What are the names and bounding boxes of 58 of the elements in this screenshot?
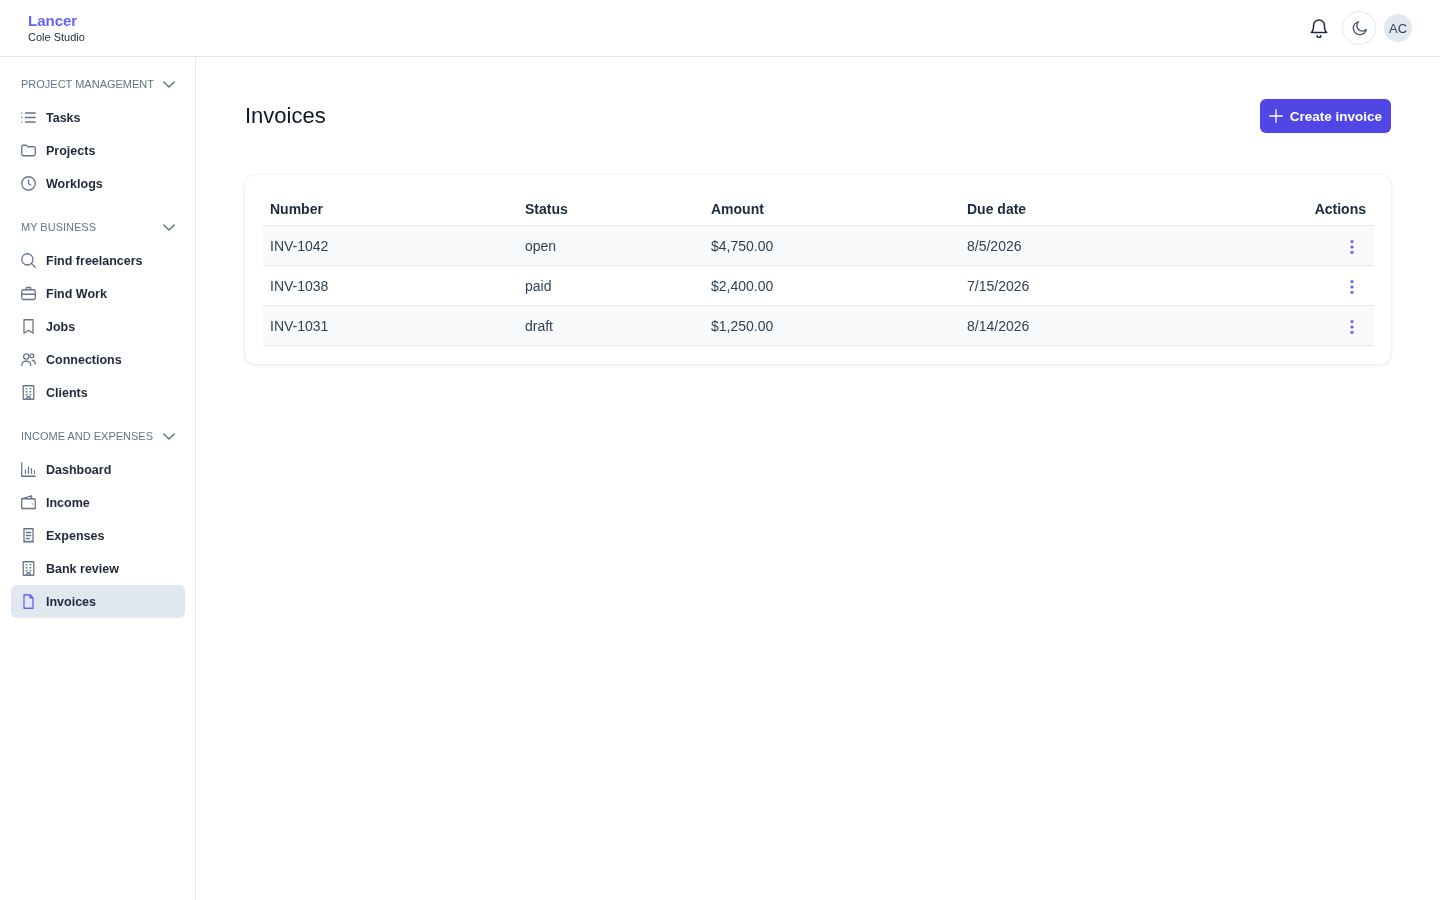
column-header: Due date — [960, 192, 1284, 226]
table-cell: INV-1042 — [263, 225, 518, 266]
table-cell: $2,400.00 — [704, 265, 960, 306]
table-cell: INV-1038 — [263, 265, 518, 306]
sidebar-item[interactable]: Connections — [11, 343, 185, 376]
wallet-icon — [21, 495, 36, 510]
table-cell: paid — [518, 265, 704, 306]
list-icon — [21, 110, 36, 125]
table-cell: 7/15/2026 — [960, 265, 1284, 306]
table-cell: 8/14/2026 — [960, 305, 1284, 346]
more-options-icon[interactable] — [1350, 239, 1354, 254]
brand-name: Lancer — [28, 12, 78, 30]
section-toggle[interactable]: INCOME AND EXPENSES — [11, 425, 185, 447]
avatar[interactable]: AC — [1384, 14, 1412, 42]
column-header: Number — [263, 192, 518, 226]
bell-icon[interactable] — [1310, 18, 1328, 38]
sidebar-item[interactable]: Dashboard — [11, 453, 185, 486]
page-title: Invoices — [245, 103, 326, 129]
sidebar-item[interactable]: Income — [11, 486, 185, 519]
sidebar-item[interactable]: Expenses — [11, 519, 185, 552]
clock-icon — [21, 176, 36, 191]
section-toggle[interactable]: PROJECT MANAGEMENT — [11, 73, 185, 95]
table-cell: INV-1031 — [263, 305, 518, 346]
create-invoice-button[interactable]: Create invoice — [1259, 99, 1391, 133]
section-toggle[interactable]: MY BUSINESS — [11, 216, 185, 238]
bookmark-icon — [21, 319, 36, 334]
column-header: Amount — [704, 192, 960, 226]
workspace-name: Cole Studio — [28, 30, 85, 44]
more-options-icon[interactable] — [1350, 319, 1354, 334]
more-options-icon[interactable] — [1350, 279, 1354, 294]
users-icon — [21, 352, 36, 367]
receipt-icon — [21, 528, 36, 543]
sidebar-item[interactable]: Find freelancers — [11, 244, 185, 277]
sidebar-item[interactable]: Tasks — [11, 101, 185, 134]
building-icon — [21, 385, 36, 400]
bar-chart-icon — [21, 462, 36, 477]
table-cell: $4,750.00 — [704, 225, 960, 266]
sidebar-item[interactable]: Jobs — [11, 310, 185, 343]
document-icon — [21, 594, 36, 609]
column-header: Status — [518, 192, 704, 226]
building-icon — [21, 561, 36, 576]
table-cell: open — [518, 225, 704, 266]
theme-toggle-button[interactable] — [1342, 11, 1376, 45]
table-cell: 8/5/2026 — [960, 225, 1284, 266]
table-cell: draft — [518, 305, 704, 346]
sidebar-item[interactable]: Find Work — [11, 277, 185, 310]
moon-icon — [1351, 20, 1367, 36]
sidebar-item[interactable]: Clients — [11, 376, 185, 409]
sidebar-item[interactable]: Worklogs — [11, 167, 185, 200]
column-header: Actions — [1284, 192, 1374, 226]
search-icon — [21, 253, 36, 268]
sidebar-item[interactable]: Bank review — [11, 552, 185, 585]
briefcase-icon — [21, 286, 36, 301]
sidebar-item[interactable]: Invoices — [11, 585, 185, 618]
folder-icon — [21, 143, 36, 158]
table-cell: $1,250.00 — [704, 305, 960, 346]
plus-icon — [1268, 109, 1283, 123]
sidebar-item[interactable]: Projects — [11, 134, 185, 167]
